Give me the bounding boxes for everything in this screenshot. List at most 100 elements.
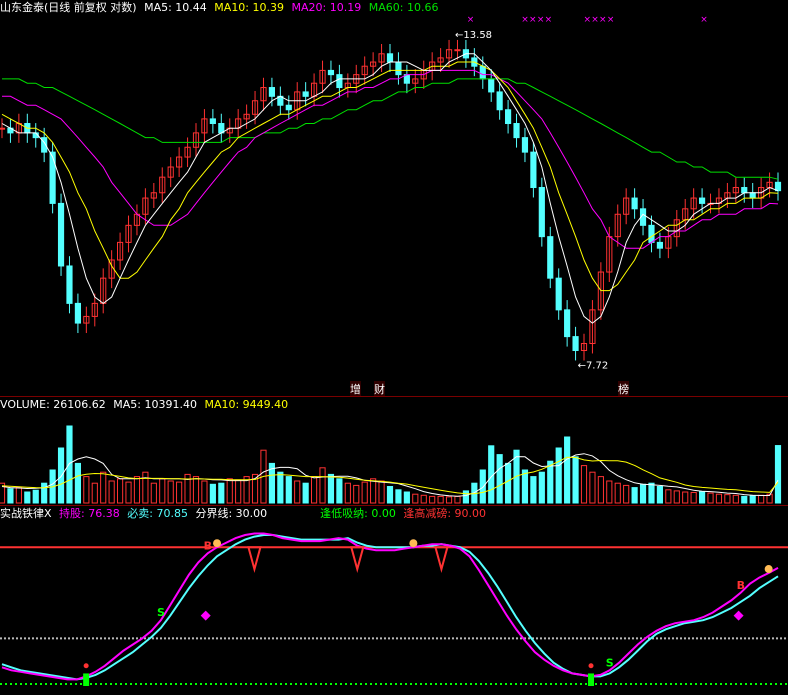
volume-bar (344, 482, 351, 504)
volume-bar (454, 495, 461, 504)
volume-bar (235, 479, 242, 504)
top-warning-marker (409, 539, 418, 548)
candle (176, 147, 183, 177)
volume-bar (412, 493, 419, 504)
volume-bar (159, 478, 166, 504)
signal-b-label: B (204, 539, 212, 552)
sell-mark: × (467, 15, 475, 25)
volume-bar (285, 476, 292, 504)
high-signal-spike (434, 546, 449, 574)
volume-chart[interactable] (0, 397, 788, 505)
volume-bar (606, 480, 613, 504)
signal-s-label: S (606, 656, 614, 669)
candle (57, 193, 65, 276)
volume-bar (538, 471, 545, 504)
candle-body-down (774, 181, 782, 192)
candle (555, 268, 562, 320)
volume-bar (125, 481, 132, 504)
candle (235, 109, 242, 139)
volume-panel[interactable]: VOLUME: 26106.62 MA5: 10391.40 MA10: 944… (0, 397, 788, 505)
sell-mark: × (584, 15, 592, 25)
candle-body-down (572, 336, 579, 351)
candle-body-down (395, 61, 402, 76)
volume-bar (530, 476, 537, 504)
volume-bar (774, 445, 782, 504)
candle (547, 226, 554, 289)
volume-bar (682, 491, 689, 504)
candle-body-down (555, 277, 562, 311)
candle-body-up (454, 49, 461, 52)
candle (100, 268, 107, 314)
sell-mark: × (591, 15, 599, 25)
candle-body-down (327, 69, 335, 76)
volume-bar (133, 476, 141, 504)
volume-bar (715, 493, 723, 504)
candle (209, 109, 216, 134)
candle (260, 77, 267, 111)
candle-body-down (648, 224, 655, 243)
candle-body-up (0, 127, 6, 130)
candle (513, 113, 520, 148)
candle-body-down (496, 91, 503, 111)
candle (192, 123, 200, 158)
sell-mark: × (521, 15, 529, 25)
candle (243, 104, 250, 129)
candle (327, 60, 335, 85)
volume-bar (41, 482, 48, 504)
low-signal-dot (588, 663, 594, 669)
volume-bar (648, 482, 655, 504)
candle (580, 333, 588, 361)
volume-bar (378, 480, 385, 504)
candle (117, 232, 124, 270)
sell-mark: × (537, 15, 545, 25)
candle-body-down (656, 241, 663, 249)
price-chart[interactable]: × × × × × × × × × ×←13.58←7.72 (0, 0, 788, 396)
candle-body-down (386, 53, 394, 63)
volume-bar (673, 490, 680, 504)
candle-body-down (57, 202, 65, 267)
volume-bar (732, 494, 739, 504)
low-price-label: ←7.72 (578, 360, 609, 371)
candle (74, 293, 81, 334)
sell-mark: × (607, 15, 615, 25)
signal-s-label: S (157, 606, 165, 619)
volume-bar (445, 496, 453, 504)
volume-bar (209, 483, 216, 504)
candle (395, 52, 402, 85)
candle-body-down (513, 123, 520, 139)
candle-body-down (488, 78, 495, 93)
candle (623, 188, 630, 225)
volume-bar (24, 491, 31, 504)
candle (715, 188, 723, 214)
volume-bar (496, 454, 503, 504)
volume-bar (429, 495, 436, 504)
volume-bar (572, 456, 579, 504)
candle (606, 226, 613, 282)
candle-body-down (564, 309, 571, 338)
volume-bar (547, 460, 554, 504)
candle (66, 256, 73, 314)
volume-bar (707, 492, 714, 504)
indicator-panel[interactable]: 实战铁律X 持股: 76.38 必卖: 70.85 分界线: 30.00 逢低吸… (0, 506, 788, 695)
volume-bar (361, 481, 368, 504)
candle-body-down (302, 91, 309, 97)
candle-body-down (268, 87, 275, 97)
candle-body-down (209, 118, 216, 125)
price-panel[interactable]: 山东金泰(日线 前复权 对数) MA5: 10.44 MA10: 10.39 M… (0, 0, 788, 397)
candle (125, 215, 132, 253)
sell-mark: × (599, 15, 607, 25)
volume-bar (7, 488, 14, 504)
volume-bar (403, 491, 410, 504)
volume-bar (564, 436, 571, 504)
high-signal-spike (247, 546, 262, 574)
volume-bar (623, 484, 630, 504)
candle (15, 113, 22, 143)
candle (614, 204, 621, 247)
volume-bar (218, 482, 225, 504)
volume-bar (226, 478, 233, 504)
candle-body-down (336, 74, 343, 89)
indicator-chart[interactable]: S S B B (0, 506, 788, 695)
candle (665, 226, 672, 259)
candle (538, 177, 545, 247)
volume-bar (15, 486, 22, 504)
